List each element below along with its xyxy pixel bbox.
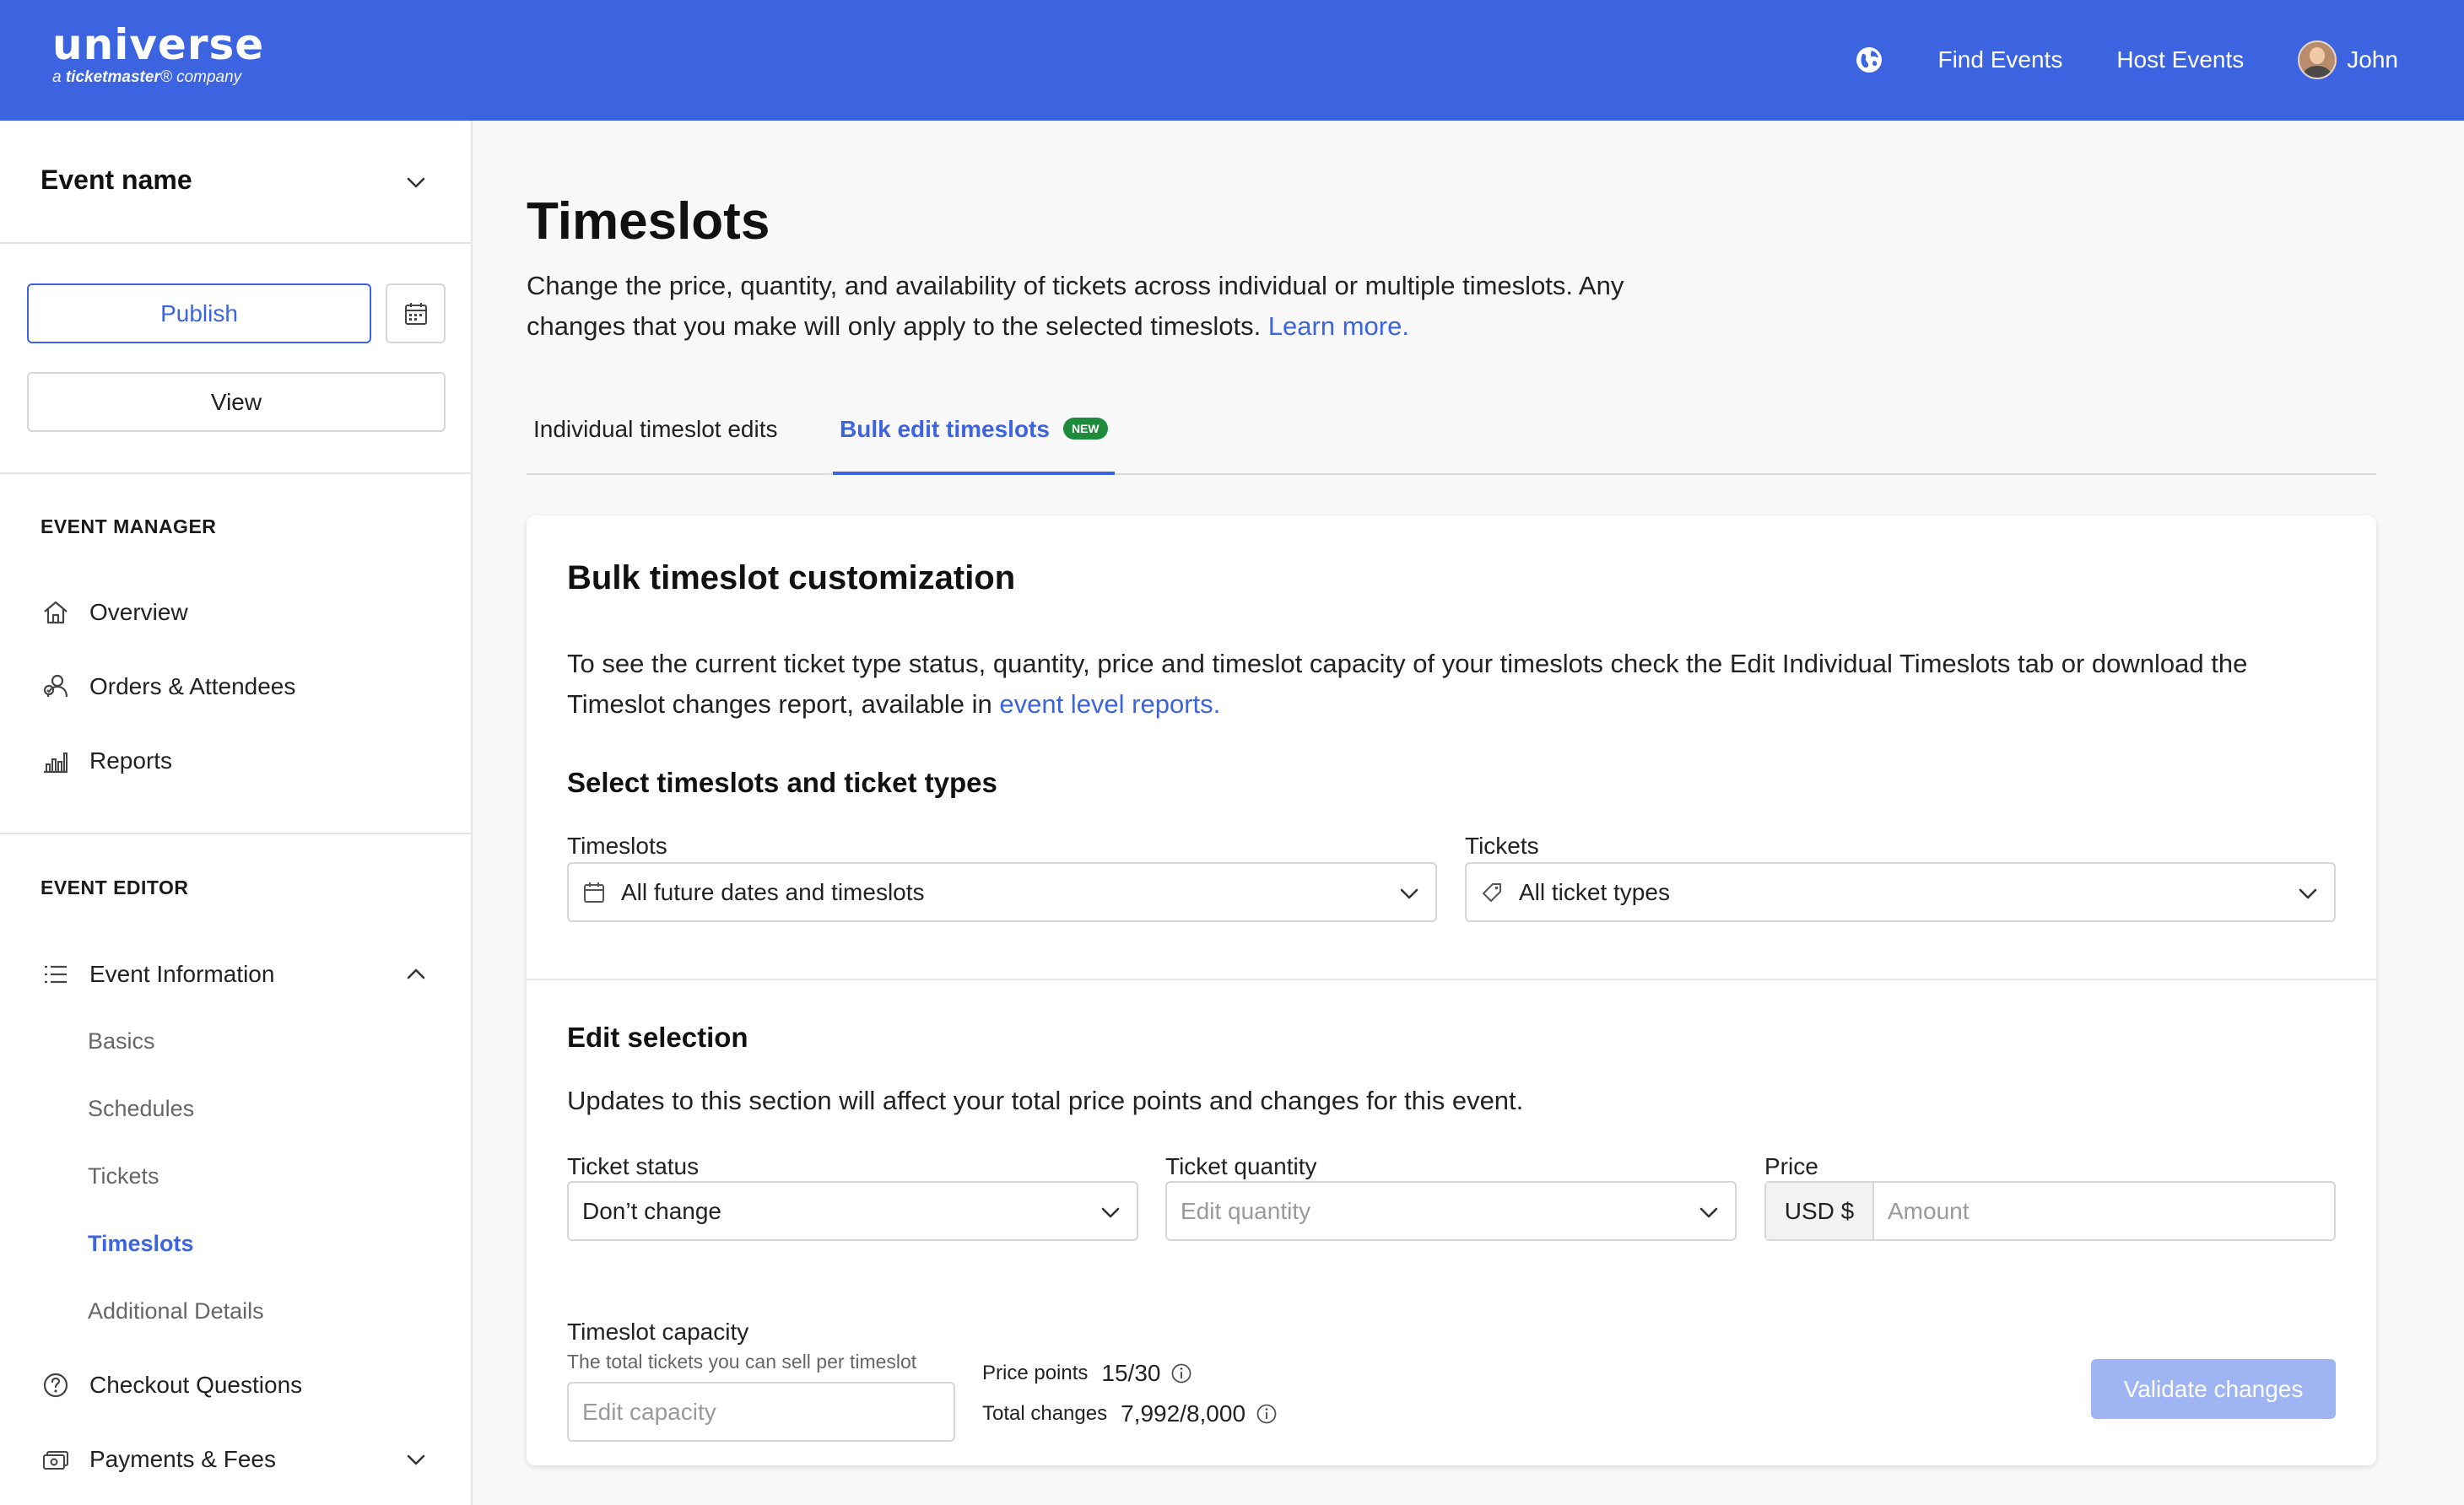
ticket-status-select[interactable]: Don’t change xyxy=(567,1181,1138,1241)
info-icon[interactable] xyxy=(1170,1362,1192,1384)
chevron-down-icon xyxy=(407,177,425,188)
capacity-helper-text: The total tickets you can sell per times… xyxy=(567,1351,917,1373)
event-manager-heading: EVENT MANAGER xyxy=(41,515,217,537)
calendar-icon xyxy=(404,302,427,325)
user-name: John xyxy=(2347,46,2398,73)
payments-icon xyxy=(43,1451,68,1470)
page-description: Change the price, quantity, and availabi… xyxy=(527,271,1624,341)
ticket-quantity-select[interactable]: Edit quantity xyxy=(1165,1181,1737,1241)
edit-selection-heading: Edit selection xyxy=(567,1022,748,1053)
calendar-button[interactable] xyxy=(386,283,446,343)
price-points-value: 15/30 xyxy=(1101,1360,1161,1386)
question-circle-icon xyxy=(43,1373,68,1398)
calendar-icon xyxy=(584,882,604,903)
price-points-label: Price points xyxy=(982,1362,1089,1384)
timeslots-select[interactable]: All future dates and timeslots xyxy=(567,862,1437,922)
event-selector-label: Event name xyxy=(41,165,192,195)
home-icon xyxy=(44,601,68,624)
globe-icon[interactable] xyxy=(1855,46,1883,74)
sidebar-item-label: Orders & Attendees xyxy=(89,673,296,699)
tabs-divider xyxy=(527,473,2376,475)
timeslots-value: All future dates and timeslots xyxy=(621,878,925,905)
total-changes-label: Total changes xyxy=(982,1402,1108,1425)
validate-changes-button[interactable]: Validate changes xyxy=(2091,1359,2336,1419)
currency-prefix: USD $ xyxy=(1766,1183,1874,1239)
sidebar-item-label: Overview xyxy=(89,599,188,625)
price-input-group: USD $ Amount xyxy=(1764,1181,2336,1241)
select-timeslots-heading: Select timeslots and ticket types xyxy=(567,767,997,798)
sidebar-item-label: Payments & Fees xyxy=(89,1446,276,1472)
top-navigation-bar: universe a ticketmaster® company Find Ev… xyxy=(0,0,2464,121)
price-points-stat: Price points 15/30 xyxy=(982,1360,1192,1387)
universe-logo[interactable]: universe a ticketmaster® company xyxy=(52,22,264,88)
sidebar-item-checkout-questions[interactable]: Checkout Questions xyxy=(41,1367,302,1404)
user-menu[interactable]: John xyxy=(2298,40,2398,79)
tab-label: Bulk edit timeslots xyxy=(840,416,1050,442)
sidebar-item-overview[interactable]: Overview xyxy=(41,594,188,631)
ticket-status-value: Don’t change xyxy=(582,1197,722,1224)
sidebar: Event name Publish View EVENT MANAGER Ov… xyxy=(0,121,473,1505)
ticket-status-label: Ticket status xyxy=(567,1153,700,1179)
sidebar-subitem-timeslots[interactable]: Timeslots xyxy=(88,1231,194,1257)
sidebar-item-label: Checkout Questions xyxy=(89,1372,303,1398)
find-events-link[interactable]: Find Events xyxy=(1937,46,2062,73)
new-badge: NEW xyxy=(1062,417,1108,440)
divider xyxy=(0,472,471,474)
event-level-reports-link[interactable]: event level reports. xyxy=(999,689,1220,719)
sidebar-item-reports[interactable]: Reports xyxy=(41,742,172,779)
price-amount-input[interactable]: Amount xyxy=(1874,1183,2334,1239)
timeslots-label: Timeslots xyxy=(567,833,667,859)
tab-individual-timeslot-edits[interactable]: Individual timeslot edits xyxy=(533,416,777,475)
chevron-down-icon[interactable] xyxy=(403,1447,429,1472)
sidebar-item-payments-fees[interactable]: Payments & Fees xyxy=(41,1441,276,1478)
view-button[interactable]: View xyxy=(27,372,446,432)
chevron-down-icon xyxy=(1699,1207,1718,1218)
card-description: To see the current ticket type status, q… xyxy=(567,649,2248,719)
event-selector[interactable]: Event name xyxy=(0,121,471,244)
sidebar-subitem-additional-details[interactable]: Additional Details xyxy=(88,1298,264,1324)
timeslot-capacity-label: Timeslot capacity xyxy=(567,1319,749,1345)
publish-button[interactable]: Publish xyxy=(27,283,371,343)
info-icon[interactable] xyxy=(1256,1403,1278,1425)
avatar xyxy=(2298,40,2337,79)
attendees-icon xyxy=(43,674,68,698)
ticket-quantity-placeholder: Edit quantity xyxy=(1181,1197,1311,1224)
main-content: Timeslots Change the price, quantity, an… xyxy=(474,121,2464,1505)
tag-icon xyxy=(1483,882,1501,902)
tickets-label: Tickets xyxy=(1465,833,1539,859)
capacity-input[interactable]: Edit capacity xyxy=(567,1382,955,1442)
sidebar-subitem-schedules[interactable]: Schedules xyxy=(88,1096,194,1122)
chevron-down-icon xyxy=(2299,888,2317,899)
edit-selection-description: Updates to this section will affect your… xyxy=(567,1086,1524,1115)
divider xyxy=(0,833,471,834)
total-changes-stat: Total changes 7,992/8,000 xyxy=(982,1400,1278,1427)
logo-tagline: a ticketmaster® company xyxy=(52,68,242,86)
chevron-up-icon[interactable] xyxy=(403,962,429,987)
tickets-value: All ticket types xyxy=(1519,878,1670,905)
sidebar-item-label: Reports xyxy=(89,747,173,774)
chevron-down-icon xyxy=(1101,1207,1120,1218)
sidebar-subitem-basics[interactable]: Basics xyxy=(88,1028,155,1055)
chevron-down-icon xyxy=(1400,888,1418,899)
top-nav: Find Events Host Events John xyxy=(1855,40,2398,79)
divider xyxy=(527,979,2376,980)
sidebar-item-label: Event Information xyxy=(89,961,275,987)
learn-more-link[interactable]: Learn more. xyxy=(1268,311,1409,341)
host-events-link[interactable]: Host Events xyxy=(2116,46,2244,73)
sidebar-subitem-tickets[interactable]: Tickets xyxy=(88,1163,159,1189)
page-title: Timeslots xyxy=(527,192,770,251)
price-label: Price xyxy=(1764,1153,1818,1179)
bulk-customization-card: Bulk timeslot customization To see the c… xyxy=(527,515,2376,1465)
sidebar-item-orders-attendees[interactable]: Orders & Attendees xyxy=(41,668,295,705)
event-editor-heading: EVENT EDITOR xyxy=(41,877,189,898)
bar-chart-icon xyxy=(44,752,68,774)
ticket-quantity-label: Ticket quantity xyxy=(1165,1153,1317,1179)
logo-wordmark: universe xyxy=(52,20,265,69)
sidebar-item-event-information[interactable]: Event Information xyxy=(41,956,274,993)
tab-bulk-edit-timeslots[interactable]: Bulk edit timeslots NEW xyxy=(833,416,1115,475)
card-title: Bulk timeslot customization xyxy=(567,559,1016,596)
total-changes-value: 7,992/8,000 xyxy=(1121,1400,1246,1427)
list-icon xyxy=(45,965,67,984)
tickets-select[interactable]: All ticket types xyxy=(1465,862,2336,922)
